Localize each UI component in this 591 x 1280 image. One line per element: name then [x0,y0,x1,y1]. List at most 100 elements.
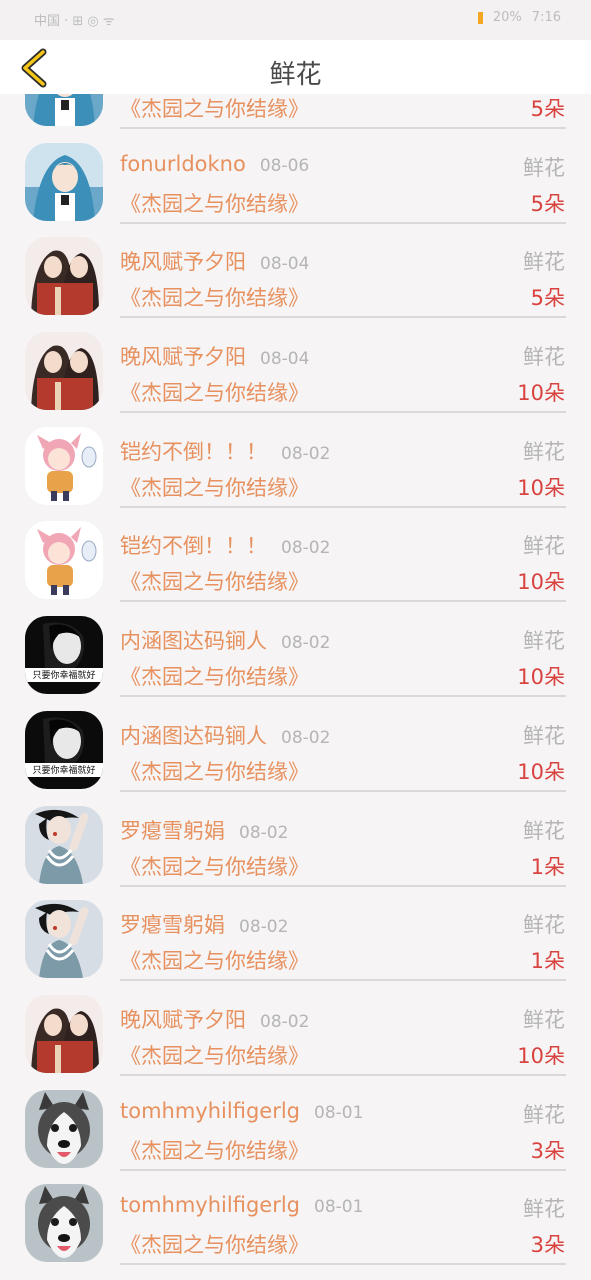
gift-record-list[interactable]: 《杰园之与你结缘》 5朵 fonurldokno 08-06 鲜花 《杰园之与你结… [0,94,591,1280]
sender-name-line: 铠约不倒！！！ 08-02 [120,436,330,466]
row-divider [120,505,566,508]
avatar[interactable] [25,1089,103,1168]
avatar[interactable]: 只要你幸福就好 [25,616,103,695]
clock: 7:16 [531,10,561,25]
work-title: 《杰园之与你结缘》 [120,570,309,595]
work-title: 《杰园之与你结缘》 [120,191,309,216]
avatar[interactable] [25,1184,103,1263]
work-title: 《杰园之与你结缘》 [120,475,309,500]
record-date: 08-04 [260,349,310,370]
work-title: 《杰园之与你结缘》 [120,1233,309,1258]
avatar[interactable] [25,426,103,505]
sender-name: 内涵图达码锏人 [120,723,267,748]
header: 鲜花 [0,40,591,94]
row-divider [120,789,566,792]
avatar[interactable] [25,994,103,1073]
gift-record-row[interactable]: 铠约不倒！！！ 08-02 鲜花 《杰园之与你结缘》 10朵 [0,508,591,603]
record-date: 08-02 [281,727,331,748]
sender-name: 罗瘪雪躬娟 [120,818,225,843]
gift-record-row[interactable]: 罗瘪雪躬娟 08-02 鲜花 《杰园之与你结缘》 1朵 [0,793,591,888]
row-divider [120,884,566,887]
sender-name: 晚风赋予夕阳 [120,250,246,275]
gift-type: 鲜花 [523,1007,565,1032]
gift-record-row[interactable]: 只要你幸福就好 内涵图达码锏人 08-02 鲜花 《杰园之与你结缘》 10朵 [0,698,591,793]
gift-record-row[interactable]: 只要你幸福就好 内涵图达码锏人 08-02 鲜花 《杰园之与你结缘》 10朵 [0,603,591,698]
gift-record-row[interactable]: fonurldokno 08-06 鲜花 《杰园之与你结缘》 5朵 [0,130,591,225]
gift-quantity: 5朵 [530,191,565,216]
record-date: 08-06 [259,155,310,176]
sender-name: fonurldokno [120,151,246,176]
record-date: 08-01 [314,1197,364,1218]
record-date: 08-02 [239,822,289,843]
row-divider [120,600,566,603]
work-title: 《杰园之与你结缘》 [120,854,309,879]
avatar[interactable] [25,237,103,316]
battery-level: 20% [492,10,522,25]
row-divider [120,695,566,698]
gift-quantity: 5朵 [530,97,565,121]
battery-icon [477,11,483,24]
gift-type: 鲜花 [523,345,565,370]
avatar[interactable] [25,900,103,979]
svg-text:只要你幸福就好: 只要你幸福就好 [32,764,95,776]
status-right: 20% 7:16 [477,10,561,25]
avatar[interactable] [25,142,103,221]
gift-record-row[interactable]: 晚风赋予夕阳 08-04 鲜花 《杰园之与你结缘》 10朵 [0,319,591,414]
avatar[interactable] [25,332,103,411]
record-date: 08-02 [260,1011,310,1032]
sender-name: 内涵图达码锏人 [120,629,267,654]
row-divider [120,221,566,224]
gift-record-row[interactable]: 晚风赋予夕阳 08-02 鲜花 《杰园之与你结缘》 10朵 [0,982,591,1077]
gift-quantity: 10朵 [517,475,565,500]
sender-name-line: 晚风赋予夕阳 08-04 [120,341,309,371]
row-divider [120,1263,566,1266]
gift-record-rows: 《杰园之与你结缘》 5朵 fonurldokno 08-06 鲜花 《杰园之与你结… [0,94,591,1266]
sender-name-line: 内涵图达码锏人 08-02 [120,625,330,655]
gift-quantity: 10朵 [517,381,565,406]
row-divider [120,1168,566,1171]
status-carrier: 中国 · ⊞ ◎ ᯤ [34,14,115,29]
sender-name: 铠约不倒！！！ [120,534,267,559]
work-title: 《杰园之与你结缘》 [120,97,309,121]
avatar[interactable] [25,805,103,884]
work-title: 《杰园之与你结缘》 [120,759,309,784]
work-title: 《杰园之与你结缘》 [120,1043,309,1068]
gift-record-row[interactable]: 《杰园之与你结缘》 5朵 [0,94,591,130]
gift-type: 鲜花 [523,1197,565,1222]
sender-name-line: 罗瘪雪躬娟 08-02 [120,909,288,939]
work-title: 《杰园之与你结缘》 [120,286,309,311]
row-divider [120,127,566,129]
sender-name-line: 铠约不倒！！！ 08-02 [120,530,330,560]
row-divider [120,979,566,982]
gift-record-row[interactable]: tomhmyhilfigerlg 08-01 鲜花 《杰园之与你结缘》 3朵 [0,1171,591,1266]
gift-type: 鲜花 [523,818,565,843]
gift-record-row[interactable]: 罗瘪雪躬娟 08-02 鲜花 《杰园之与你结缘》 1朵 [0,887,591,982]
gift-quantity: 1朵 [530,949,565,974]
status-left: 中国 · ⊞ ◎ ᯤ [34,10,115,29]
gift-record-row[interactable]: 晚风赋予夕阳 08-04 鲜花 《杰园之与你结缘》 5朵 [0,224,591,319]
work-title: 《杰园之与你结缘》 [120,1138,309,1163]
sender-name-line: tomhmyhilfigerlg 08-01 [120,1193,363,1217]
gift-record-row[interactable]: 铠约不倒！！！ 08-02 鲜花 《杰园之与你结缘》 10朵 [0,414,591,509]
gift-quantity: 10朵 [517,665,565,690]
work-title: 《杰园之与你结缘》 [120,665,309,690]
sender-name: 晚风赋予夕阳 [120,345,246,370]
record-date: 08-04 [260,254,310,275]
svg-text:只要你幸福就好: 只要你幸福就好 [32,669,95,681]
sender-name-line: fonurldokno 08-06 [120,152,309,176]
sender-name: 铠约不倒！！！ [120,439,267,464]
gift-record-row[interactable]: tomhmyhilfigerlg 08-01 鲜花 《杰园之与你结缘》 3朵 [0,1077,591,1172]
gift-quantity: 1朵 [530,854,565,879]
record-date: 08-02 [239,917,289,938]
sender-name-line: 晚风赋予夕阳 08-04 [120,246,309,276]
gift-type: 鲜花 [523,1102,565,1127]
record-date: 08-01 [314,1102,364,1123]
gift-type: 鲜花 [523,439,565,464]
sender-name-line: 内涵图达码锏人 08-02 [120,720,330,750]
avatar[interactable] [25,94,103,126]
avatar[interactable]: 只要你幸福就好 [25,710,103,789]
sender-name-line: 罗瘪雪躬娟 08-02 [120,815,288,845]
status-bar: 中国 · ⊞ ◎ ᯤ 20% 7:16 [0,0,591,40]
avatar[interactable] [25,521,103,600]
sender-name: tomhmyhilfigerlg [120,1193,300,1218]
